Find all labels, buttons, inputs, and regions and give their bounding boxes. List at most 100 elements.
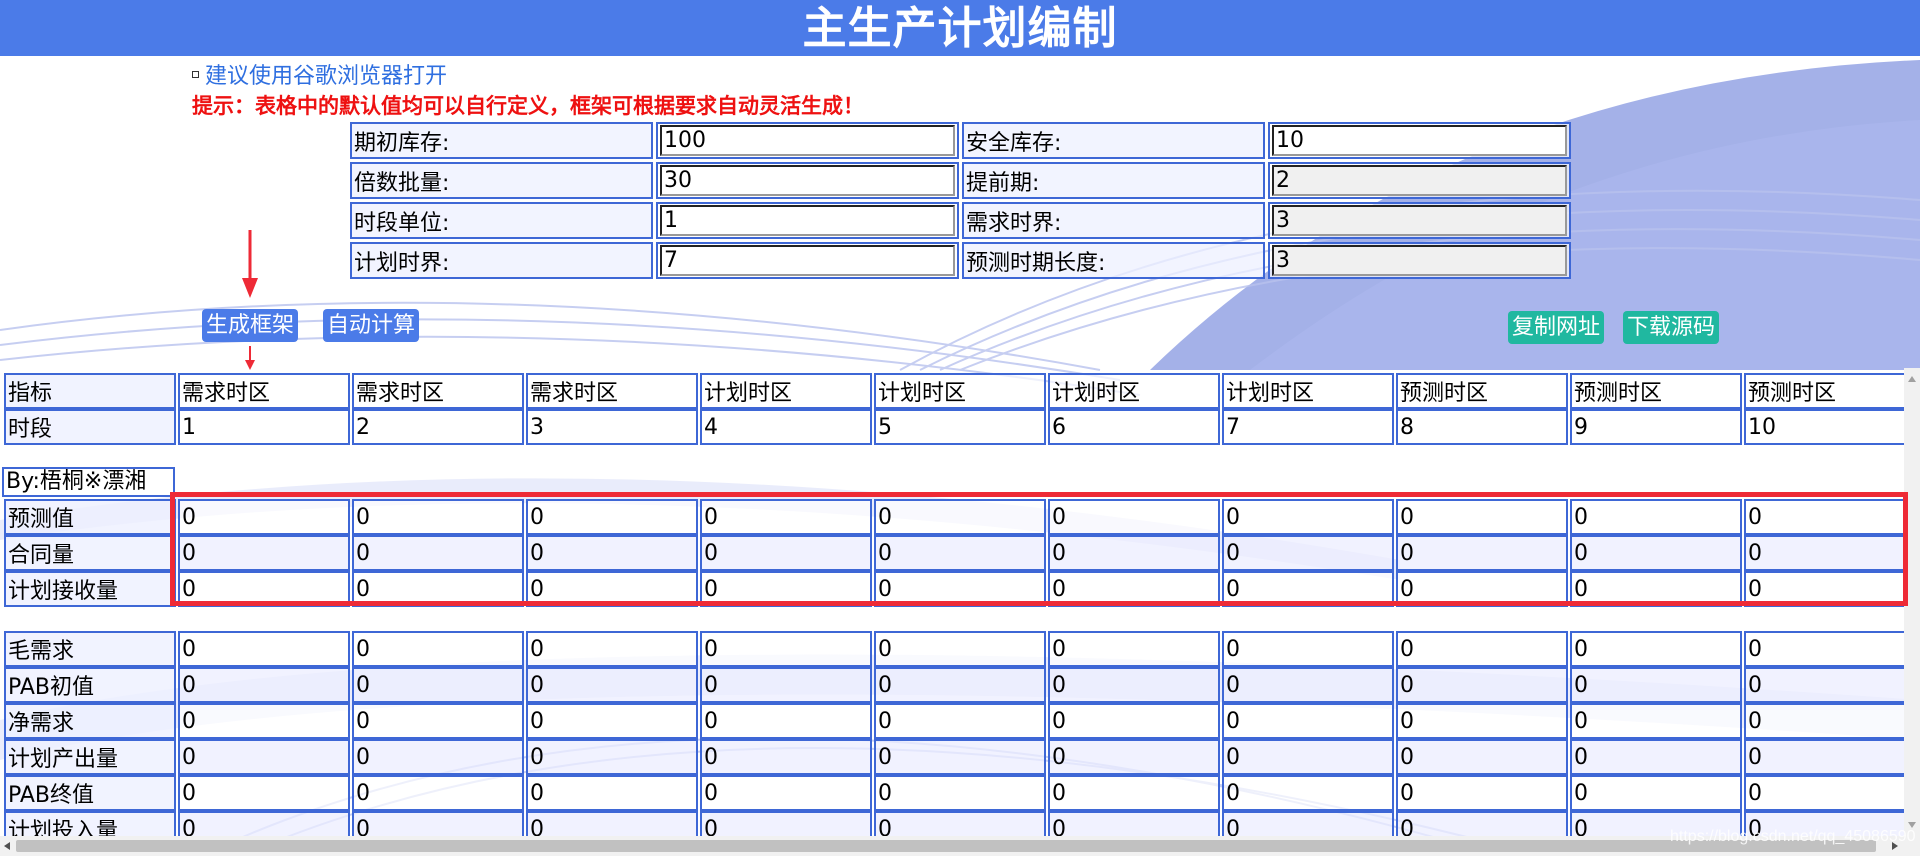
value-cell: 0 — [700, 775, 872, 811]
value-cell[interactable]: 0 — [526, 535, 698, 571]
row-label: 合同量 — [4, 535, 176, 571]
value-cell: 0 — [700, 631, 872, 667]
initial-stock-input[interactable]: 100 — [660, 125, 955, 156]
horizontal-scroll-thumb[interactable] — [16, 840, 1876, 852]
browser-tip-text[interactable]: 建议使用谷歌浏览器打开 — [205, 58, 447, 90]
batch-input[interactable]: 30 — [660, 165, 955, 196]
value-cell[interactable]: 0 — [1396, 499, 1568, 535]
value-cell: 0 — [178, 775, 350, 811]
value-cell: 0 — [1396, 703, 1568, 739]
row-label: 计划接收量 — [4, 571, 176, 607]
forecast-length-label: 预测时期长度: — [962, 242, 1265, 279]
value-cell[interactable]: 0 — [1570, 571, 1742, 607]
value-cell: 0 — [1570, 631, 1742, 667]
safety-stock-cell: 10 — [1268, 122, 1571, 159]
value-cell: 0 — [1048, 703, 1220, 739]
zone-cell: 计划时区 — [1048, 373, 1220, 409]
horizontal-scrollbar[interactable] — [0, 836, 1920, 856]
value-cell: 0 — [1744, 631, 1916, 667]
value-cell[interactable]: 0 — [352, 535, 524, 571]
value-cell[interactable]: 0 — [1222, 571, 1394, 607]
period-cell: 1 — [178, 409, 350, 445]
value-cell[interactable]: 0 — [1396, 535, 1568, 571]
table-row: 合同量 0 0 0 0 0 0 0 0 0 0 — [4, 535, 1916, 571]
value-cell[interactable]: 0 — [874, 571, 1046, 607]
row-label: 预测值 — [4, 499, 176, 535]
value-cell: 0 — [526, 631, 698, 667]
period-cell: 8 — [1396, 409, 1568, 445]
period-header: 时段 — [4, 409, 176, 445]
value-cell[interactable]: 0 — [1222, 535, 1394, 571]
value-cell[interactable]: 0 — [352, 571, 524, 607]
value-cell[interactable]: 0 — [874, 499, 1046, 535]
table-row: 计划接收量 0 0 0 0 0 0 0 0 0 0 — [4, 571, 1916, 607]
demand-fence-input[interactable]: 3 — [1272, 205, 1567, 236]
zone-cell: 需求时区 — [352, 373, 524, 409]
value-cell[interactable]: 0 — [874, 535, 1046, 571]
value-cell[interactable]: 0 — [1570, 535, 1742, 571]
download-source-button[interactable]: 下载源码 — [1623, 311, 1720, 344]
table-row: 预测值 0 0 0 0 0 0 0 0 0 0 — [4, 499, 1916, 535]
value-cell[interactable]: 0 — [700, 499, 872, 535]
zone-cell: 计划时区 — [874, 373, 1046, 409]
period-row: 时段 1 2 3 4 5 6 7 8 9 10 — [4, 409, 1916, 445]
tip-text: 提示：表格中的默认值均可以自行定义，框架可根据要求自动灵活生成！ — [192, 94, 864, 118]
value-cell[interactable]: 0 — [700, 535, 872, 571]
generate-frame-button[interactable]: 生成框架 — [202, 309, 299, 342]
value-cell[interactable]: 0 — [1048, 571, 1220, 607]
value-cell[interactable]: 0 — [526, 499, 698, 535]
value-cell: 0 — [178, 703, 350, 739]
value-cell[interactable]: 0 — [178, 535, 350, 571]
period-cell: 2 — [352, 409, 524, 445]
forecast-length-cell: 3 — [1268, 242, 1571, 279]
row-label: PAB终值 — [4, 775, 176, 811]
browser-tip-link[interactable]: 建议使用谷歌浏览器打开 — [192, 58, 447, 90]
period-cell: 6 — [1048, 409, 1220, 445]
value-cell: 0 — [1396, 775, 1568, 811]
forecast-length-input[interactable]: 3 — [1272, 245, 1567, 276]
value-cell: 0 — [1744, 775, 1916, 811]
lead-time-input[interactable]: 2 — [1272, 165, 1567, 196]
period-unit-cell: 1 — [656, 202, 959, 239]
value-cell[interactable]: 0 — [178, 499, 350, 535]
value-cell: 0 — [178, 739, 350, 775]
demand-fence-label: 需求时界: — [962, 202, 1265, 239]
value-cell[interactable]: 0 — [1048, 535, 1220, 571]
batch-cell: 30 — [656, 162, 959, 199]
parameter-table: 期初库存: 100 安全库存: 10 倍数批量: 30 提前期: 2 时段单位:… — [347, 119, 1574, 282]
vertical-scrollbar[interactable] — [1904, 368, 1920, 836]
value-cell[interactable]: 0 — [1744, 571, 1916, 607]
value-cell[interactable]: 0 — [1744, 535, 1916, 571]
zone-cell: 需求时区 — [178, 373, 350, 409]
period-unit-label: 时段单位: — [350, 202, 653, 239]
scroll-left-icon[interactable] — [4, 842, 10, 850]
value-cell[interactable]: 0 — [1570, 499, 1742, 535]
value-cell: 0 — [526, 667, 698, 703]
value-cell[interactable]: 0 — [526, 571, 698, 607]
author-byline: By:梧桐※漂湘 — [2, 467, 175, 497]
value-cell: 0 — [874, 739, 1046, 775]
value-cell[interactable]: 0 — [178, 571, 350, 607]
value-cell: 0 — [700, 667, 872, 703]
plan-fence-input[interactable]: 7 — [660, 245, 955, 276]
period-cell: 10 — [1744, 409, 1916, 445]
auto-calculate-button[interactable]: 自动计算 — [323, 309, 420, 342]
scroll-up-icon[interactable] — [1908, 376, 1916, 382]
safety-stock-label: 安全库存: — [962, 122, 1265, 159]
period-cell: 9 — [1570, 409, 1742, 445]
value-cell: 0 — [874, 703, 1046, 739]
period-cell: 4 — [700, 409, 872, 445]
value-cell[interactable]: 0 — [1048, 499, 1220, 535]
bullet-icon — [192, 70, 199, 78]
value-cell[interactable]: 0 — [1744, 499, 1916, 535]
period-unit-input[interactable]: 1 — [660, 205, 955, 236]
value-cell[interactable]: 0 — [1396, 571, 1568, 607]
row-label: 计划产出量 — [4, 739, 176, 775]
value-cell[interactable]: 0 — [352, 499, 524, 535]
value-cell[interactable]: 0 — [700, 571, 872, 607]
safety-stock-input[interactable]: 10 — [1272, 125, 1567, 156]
lead-time-label: 提前期: — [962, 162, 1265, 199]
value-cell[interactable]: 0 — [1222, 499, 1394, 535]
copy-url-button[interactable]: 复制网址 — [1508, 311, 1605, 344]
zone-row: 指标 需求时区 需求时区 需求时区 计划时区 计划时区 计划时区 计划时区 预测… — [4, 373, 1916, 409]
